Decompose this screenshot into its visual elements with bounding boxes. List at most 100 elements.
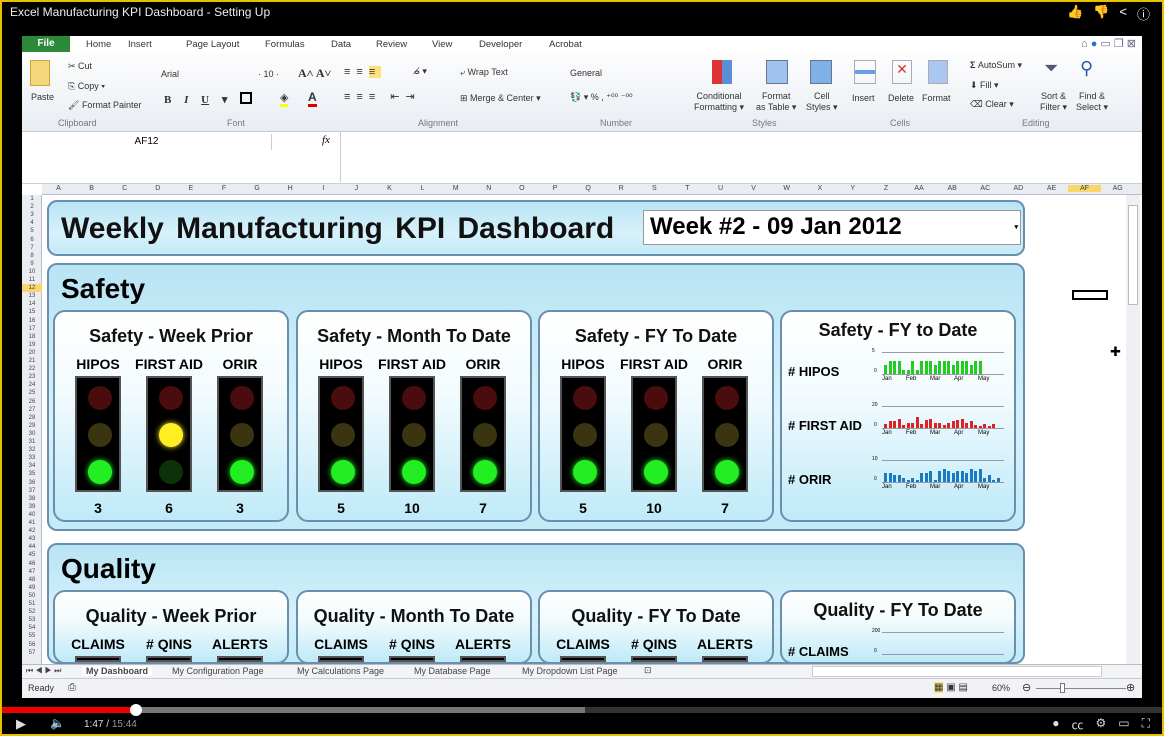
column-header-C[interactable]: C [108, 185, 141, 192]
row-header[interactable]: 23 [22, 373, 42, 381]
format-painter-button[interactable]: 🖌 Format Painter [68, 100, 141, 111]
help-icon[interactable]: ● [1091, 38, 1101, 50]
sort-filter-button[interactable]: Sort & Filter ▾ [1040, 91, 1067, 113]
column-header-AA[interactable]: AA [903, 185, 936, 192]
tab-home[interactable]: Home [86, 39, 111, 50]
tab-view[interactable]: View [432, 39, 452, 50]
dislike-icon[interactable]: 👎 [1093, 4, 1109, 23]
row-header[interactable]: 29 [22, 422, 42, 430]
column-header-W[interactable]: W [770, 185, 803, 192]
column-header-N[interactable]: N [472, 185, 505, 192]
row-header[interactable]: 26 [22, 398, 42, 406]
row-header[interactable]: 14 [22, 300, 42, 308]
sheet-tab[interactable]: My Database Page [414, 666, 491, 676]
column-header-R[interactable]: R [605, 185, 638, 192]
row-header[interactable]: 44 [22, 543, 42, 551]
sheet-tab[interactable]: My Calculations Page [297, 666, 384, 676]
column-header-J[interactable]: J [340, 185, 373, 192]
row-header[interactable]: 41 [22, 519, 42, 527]
row-header[interactable]: 37 [22, 487, 42, 495]
row-header[interactable]: 13 [22, 292, 42, 300]
like-icon[interactable]: 👍 [1067, 4, 1083, 23]
zoom-slider[interactable] [1036, 683, 1126, 693]
restore-icon[interactable]: ❐ [1114, 38, 1127, 50]
row-header[interactable]: 45 [22, 551, 42, 559]
row-header[interactable]: 52 [22, 608, 42, 616]
row-header[interactable]: 36 [22, 479, 42, 487]
wrap-text-button[interactable]: ⤶ Wrap Text [460, 67, 508, 78]
horizontal-align-icons[interactable]: ≡≡≡ ⇤⇥ [344, 90, 421, 103]
cut-button[interactable]: ✂ Cut [68, 61, 92, 72]
find-select-button[interactable]: Find & Select ▾ [1076, 91, 1108, 113]
row-header[interactable]: 2 [22, 203, 42, 211]
borders-icon[interactable] [240, 92, 252, 104]
bold-italic-underline-icons[interactable]: B I U ▾ [164, 93, 227, 106]
row-header[interactable]: 42 [22, 527, 42, 535]
row-header[interactable]: 32 [22, 446, 42, 454]
horizontal-scrollbar[interactable] [812, 666, 1102, 677]
tab-review[interactable]: Review [376, 39, 407, 50]
column-header-P[interactable]: P [539, 185, 572, 192]
vertical-align-icons[interactable]: ≡≡≡ [344, 66, 382, 78]
row-header[interactable]: 49 [22, 584, 42, 592]
row-header[interactable]: 33 [22, 454, 42, 462]
tab-file[interactable]: File [22, 36, 70, 52]
page-break-view-icon[interactable]: ▤ [958, 682, 967, 693]
column-header-AE[interactable]: AE [1035, 185, 1068, 192]
row-header[interactable]: 10 [22, 268, 42, 276]
row-header[interactable]: 12 [22, 284, 42, 293]
row-header[interactable]: 43 [22, 535, 42, 543]
row-header[interactable]: 4 [22, 219, 42, 227]
paste-button[interactable]: Paste [31, 92, 54, 102]
column-header-AG[interactable]: AG [1101, 185, 1134, 192]
font-size-select[interactable]: · 10 · [258, 69, 279, 79]
conditional-formatting-button[interactable]: Conditional Formatting ▾ [694, 91, 744, 113]
row-header[interactable]: 56 [22, 641, 42, 649]
zoom-out-icon[interactable]: ⊖ [1022, 681, 1031, 694]
row-header[interactable]: 38 [22, 495, 42, 503]
column-header-A[interactable]: A [42, 185, 75, 192]
normal-view-icon[interactable]: ▦ [934, 682, 944, 693]
row-header[interactable]: 25 [22, 389, 42, 397]
row-header[interactable]: 21 [22, 357, 42, 365]
fill-button[interactable]: ⬇ Fill ▾ [970, 80, 999, 91]
orientation-icon[interactable]: ⴰ̸ ▾ [414, 66, 427, 77]
row-header[interactable]: 28 [22, 414, 42, 422]
format-as-table-icon[interactable] [766, 60, 788, 84]
row-header[interactable]: 11 [22, 276, 42, 284]
cell-styles-icon[interactable] [810, 60, 832, 84]
column-header-I[interactable]: I [307, 185, 340, 192]
column-header-L[interactable]: L [406, 185, 439, 192]
column-header-T[interactable]: T [671, 185, 704, 192]
info-icon[interactable]: ⓘ [1137, 4, 1150, 23]
row-header[interactable]: 46 [22, 560, 42, 568]
insert-sheet-icon[interactable]: ⊡ [644, 665, 652, 676]
find-select-icon[interactable]: ⚲ [1080, 58, 1093, 79]
selected-cell[interactable] [1072, 290, 1108, 300]
row-header[interactable]: 47 [22, 568, 42, 576]
number-format-select[interactable]: General [570, 68, 680, 78]
row-header[interactable]: 53 [22, 616, 42, 624]
tab-formulas[interactable]: Formulas [265, 39, 305, 50]
theater-icon[interactable]: ▭ [1118, 716, 1129, 733]
fill-color-icon[interactable]: ◈ [280, 91, 289, 107]
column-header-U[interactable]: U [704, 185, 737, 192]
page-layout-view-icon[interactable]: ▣ [946, 682, 955, 693]
font-color-icon[interactable]: A [308, 90, 317, 107]
minimize-ribbon-icon[interactable]: ⌂ [1081, 38, 1091, 50]
fullscreen-icon[interactable]: ⛶ [1142, 716, 1150, 733]
tab-insert[interactable]: Insert [128, 39, 152, 50]
row-header[interactable]: 48 [22, 576, 42, 584]
column-header-V[interactable]: V [737, 185, 770, 192]
zoom-in-icon[interactable]: ⊕ [1126, 681, 1135, 694]
play-icon[interactable]: ▶ [16, 716, 26, 732]
tab-data[interactable]: Data [331, 39, 351, 50]
sheet-nav-arrows[interactable]: ⏮ ◀ ▶ ⏭ [26, 666, 61, 676]
column-header-E[interactable]: E [174, 185, 207, 192]
name-box[interactable]: AF12 [22, 134, 272, 150]
tab-acrobat[interactable]: Acrobat [549, 39, 582, 50]
row-header[interactable]: 17 [22, 325, 42, 333]
share-icon[interactable]: < [1119, 4, 1127, 23]
row-header[interactable]: 39 [22, 503, 42, 511]
insert-cells-icon[interactable] [854, 60, 876, 84]
